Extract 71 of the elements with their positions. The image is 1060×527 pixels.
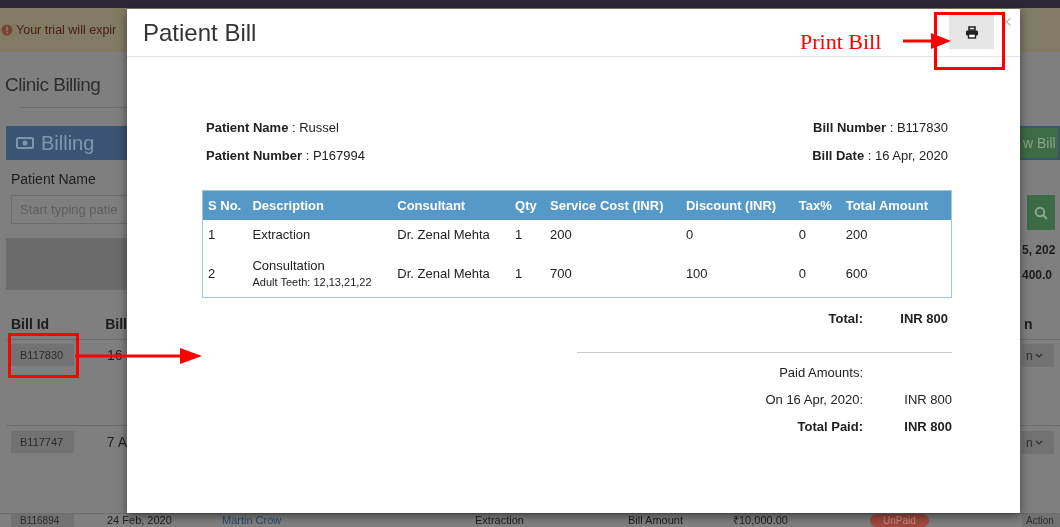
modal-title: Patient Bill bbox=[143, 19, 257, 47]
annotation-label: Print Bill bbox=[800, 29, 882, 55]
column-header: Total Amount bbox=[840, 190, 952, 220]
payment-label: Paid Amounts: bbox=[778, 365, 864, 380]
print-button[interactable] bbox=[949, 15, 995, 49]
table-cell: 200 bbox=[545, 220, 681, 249]
bill-info: Bill Number : B117830 bbox=[812, 119, 948, 136]
page-title: Clinic Billing bbox=[5, 73, 102, 97]
trial-banner-text: Your trial will expir bbox=[16, 23, 117, 37]
payment-value: INR 800 bbox=[903, 419, 952, 434]
table-cell: 1 bbox=[202, 220, 248, 249]
caret-icon bbox=[1034, 440, 1043, 445]
table-cell-text: Bill Amount bbox=[628, 514, 685, 527]
table-cell: 600 bbox=[840, 249, 952, 298]
highlight-box bbox=[8, 333, 79, 378]
status-badge: UnPaid bbox=[870, 514, 929, 527]
bill-id-badge[interactable]: B117747 bbox=[11, 431, 74, 453]
table-cell: 2 bbox=[202, 249, 248, 298]
total-value: INR 800 bbox=[899, 310, 949, 328]
panel-title: Billing bbox=[41, 131, 95, 155]
table-cell: 1 bbox=[510, 249, 546, 298]
search-icon bbox=[1034, 205, 1048, 220]
payment-label: On 16 Apr, 2020: bbox=[764, 392, 864, 407]
table-cell: 200 bbox=[840, 220, 952, 249]
table-cell-text: 7 A bbox=[106, 433, 127, 452]
column-header: Discount (INR) bbox=[680, 190, 794, 220]
table-cell-text: Consultation bbox=[252, 258, 326, 273]
column-header: Tax% bbox=[793, 190, 841, 220]
column-header: Qty bbox=[510, 190, 546, 220]
table-cell: 700 bbox=[545, 249, 681, 298]
new-bill-button[interactable]: w Bill bbox=[1020, 128, 1058, 158]
summary-value: 5, 202 bbox=[1022, 243, 1057, 257]
item-note: Adult Teeth: 12,13,21,22 bbox=[252, 276, 373, 288]
action-button[interactable]: Action bbox=[1022, 514, 1060, 527]
column-header: Bill bbox=[105, 316, 127, 334]
column-header: Service Cost (INR) bbox=[545, 190, 681, 220]
table-cell-text: 24 Feb, 2020 bbox=[107, 514, 173, 527]
patient-link[interactable]: Martin Crow bbox=[222, 514, 475, 527]
payment-value: INR 800 bbox=[903, 392, 952, 407]
column-header: Description bbox=[247, 190, 393, 220]
bill-id-badge[interactable]: B117830 bbox=[11, 344, 74, 366]
table-cell: Extraction bbox=[247, 220, 393, 249]
table-cell: 0 bbox=[793, 220, 841, 249]
table-cell-text: Extraction bbox=[475, 514, 525, 527]
total-label: Total: bbox=[827, 310, 864, 328]
table-cell: 0 bbox=[680, 220, 794, 249]
bill-id-badge[interactable]: B116894 bbox=[11, 514, 74, 527]
patient-info: Patient Number : P167994 bbox=[206, 147, 365, 164]
field-label: Patient Name bbox=[11, 171, 97, 187]
column-header: Consultant bbox=[392, 190, 511, 220]
printer-icon bbox=[965, 25, 979, 39]
patient-info: Patient Name : Russel bbox=[206, 119, 340, 136]
table-cell-text: ₹10,000.00 bbox=[733, 514, 789, 527]
payment-label: Total Paid: bbox=[796, 419, 864, 434]
money-icon bbox=[16, 137, 34, 149]
summary-value: 400.0 bbox=[1022, 268, 1054, 282]
table-cell: 0 bbox=[793, 249, 841, 298]
arrow-icon bbox=[75, 348, 202, 364]
column-header: S No. bbox=[202, 190, 248, 220]
arrow-icon bbox=[903, 33, 951, 49]
action-button[interactable]: n bbox=[1022, 431, 1054, 454]
table-cell: 1 bbox=[510, 220, 546, 249]
bill-info: Bill Date : 16 Apr, 2020 bbox=[812, 147, 948, 164]
table-cell: Dr. Zenal Mehta bbox=[392, 249, 511, 298]
column-header: Bill Id bbox=[11, 316, 51, 334]
caret-icon bbox=[1034, 353, 1043, 358]
action-button[interactable]: n bbox=[1022, 344, 1054, 367]
table-cell: 100 bbox=[680, 249, 794, 298]
highlight-box bbox=[934, 12, 1005, 70]
table-cell: Dr. Zenal Mehta bbox=[392, 220, 511, 249]
column-header: n bbox=[1024, 316, 1033, 332]
